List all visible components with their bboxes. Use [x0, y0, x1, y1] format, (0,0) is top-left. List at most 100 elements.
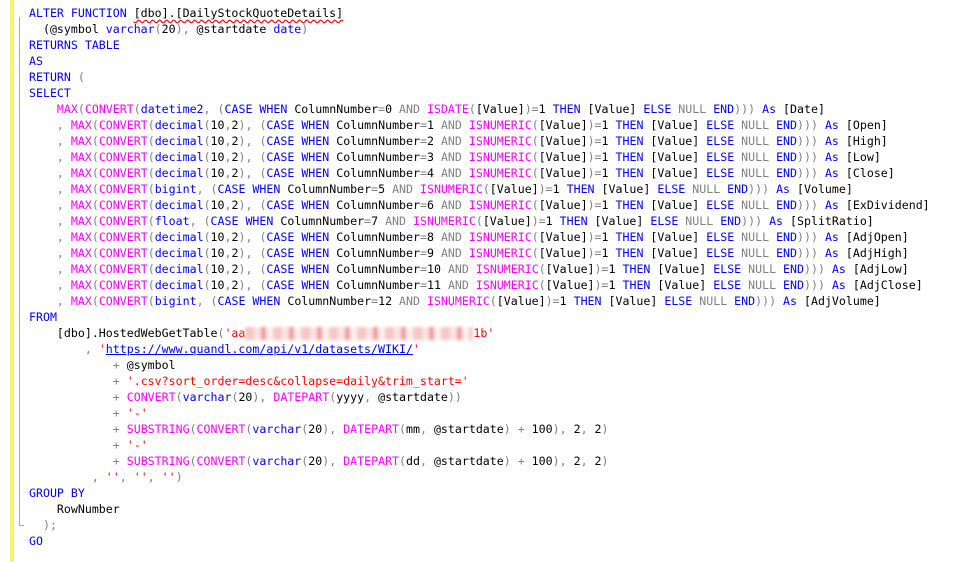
code-token: CASE WHEN [217, 182, 288, 196]
code-token: , [56, 166, 71, 180]
code-token: 1 [601, 198, 616, 212]
code-token: SELECT [29, 86, 71, 100]
code-token: AND [440, 246, 469, 260]
code-token: 2 [426, 134, 441, 148]
code-token: + [112, 358, 127, 372]
code-token: ), [238, 134, 253, 148]
code-token: = [420, 150, 427, 164]
code-token: ColumnNumber [336, 150, 420, 164]
code-token: ISNUMERIC [468, 166, 532, 180]
code-token: NULL [685, 214, 721, 228]
code-token: , [224, 230, 232, 244]
code-token: )= [594, 278, 609, 292]
code-token: )= [587, 166, 602, 180]
code-token: ( [531, 198, 539, 212]
code-token: ), [238, 198, 253, 212]
code-line: ALTER FUNCTION [dbo].[DailyStockQuoteDet… [29, 5, 959, 21]
code-token: ( [91, 134, 99, 148]
code-token: 0 [385, 102, 400, 116]
code-token: ), [552, 422, 567, 436]
code-token: NULL [748, 262, 784, 276]
code-token: 1 [545, 214, 560, 228]
code-token: ( [175, 390, 183, 404]
code-token: ))) [755, 294, 777, 308]
code-line: , MAX(CONVERT(float, (CASE WHEN ColumnNu… [29, 213, 959, 229]
code-token: ( [475, 214, 483, 228]
code-token: , [196, 294, 204, 308]
code-token: , [56, 214, 71, 228]
url-link[interactable]: https://www.quandl.com/api/v1/datasets/W… [106, 342, 413, 356]
code-token: [AdjVolume] [804, 294, 881, 308]
code-token: 9 [426, 246, 441, 260]
outline-fold-end [19, 525, 24, 526]
code-token: MAX [70, 230, 92, 244]
code-token: 1 [608, 278, 623, 292]
code-token: MAX [70, 214, 92, 228]
code-token: ELSE [706, 150, 742, 164]
code-token: CASE WHEN [266, 246, 337, 260]
code-token: END [776, 166, 798, 180]
code-token: , [224, 134, 232, 148]
code-token: As [824, 246, 846, 260]
code-token: ( [147, 118, 155, 132]
code-token: = [378, 102, 386, 116]
code-token: '.csv?sort_order=desc&collapse=daily&tri… [126, 374, 469, 388]
code-token: CONVERT [98, 262, 148, 276]
code-token: decimal [154, 278, 204, 292]
code-token: 2 [566, 454, 581, 468]
code-token: [Value] [650, 230, 707, 244]
code-line: + SUBSTRING(CONVERT(varchar(20), DATEPAR… [29, 421, 959, 437]
code-token: mm [406, 422, 420, 436]
code-token: CONVERT [98, 118, 148, 132]
code-token: ' [98, 342, 106, 356]
code-token: [Date] [783, 102, 825, 116]
code-token: 20 [161, 22, 176, 36]
code-token: decimal [154, 262, 204, 276]
code-token: ))) [734, 102, 756, 116]
code-token: ))) [804, 278, 825, 292]
code-token: END [776, 230, 798, 244]
sql-code-editor[interactable]: ALTER FUNCTION [dbo].[DailyStockQuoteDet… [29, 5, 959, 549]
code-token: ))) [797, 150, 818, 164]
code-token: MAX [70, 278, 92, 292]
code-token: + [112, 454, 127, 468]
code-token: 5 [378, 182, 393, 196]
code-token: '-' [126, 438, 148, 452]
code-token: ), [238, 150, 253, 164]
code-token: MAX [70, 294, 92, 308]
code-token: CASE WHEN [266, 230, 337, 244]
code-token: THEN [615, 166, 651, 180]
code-token: AND [440, 198, 469, 212]
code-token: , [119, 470, 134, 484]
code-token: = [420, 230, 427, 244]
code-token: [Value] [650, 166, 707, 180]
code-token: As [824, 166, 846, 180]
code-token: ( [217, 102, 225, 116]
code-token: THEN [566, 182, 602, 196]
code-token: NULL [741, 246, 777, 260]
code-token: CONVERT [98, 134, 148, 148]
code-token: , [419, 422, 427, 436]
code-token: END [776, 118, 798, 132]
editor-gutter [0, 0, 14, 562]
code-token: ( [203, 198, 211, 212]
code-token: AND [440, 230, 469, 244]
code-token: [Value] [489, 182, 539, 196]
code-token: [Value] [657, 262, 714, 276]
code-token: ( [203, 246, 211, 260]
code-token: AND [440, 118, 469, 132]
code-token: [High] [845, 134, 888, 148]
code-token: , [56, 246, 71, 260]
code-token: ( [77, 70, 85, 84]
code-token: ( [91, 294, 99, 308]
code-token: ), [238, 246, 253, 260]
code-token: ISNUMERIC [468, 230, 532, 244]
